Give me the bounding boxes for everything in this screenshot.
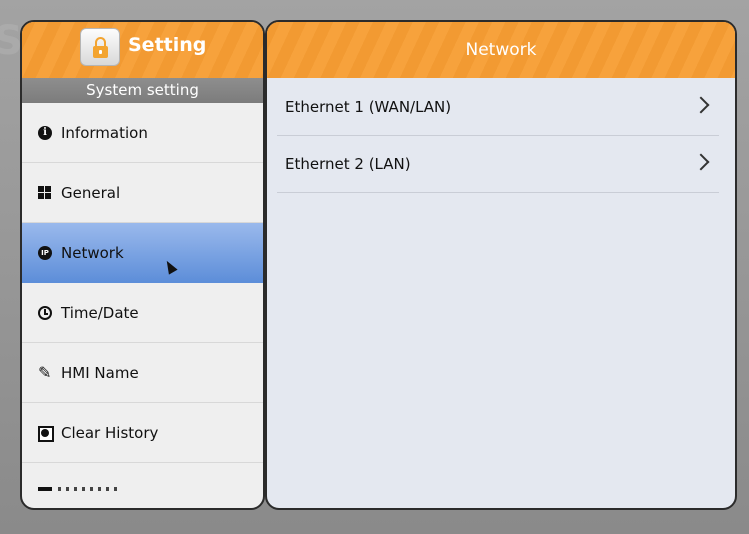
sidebar-item-clear-history[interactable]: Clear History	[22, 403, 263, 463]
sidebar-item-label: Information	[61, 123, 148, 142]
ip-icon: IP	[38, 245, 52, 260]
row-ethernet-2[interactable]: Ethernet 2 (LAN)	[277, 136, 719, 193]
sidebar-item-label: HMI Name	[61, 363, 139, 382]
clock-icon	[38, 305, 52, 320]
settings-menu: i Information General IP Network Time/Da…	[22, 103, 263, 508]
sidebar-item-label: Clear History	[61, 423, 159, 442]
sidebar-item-information[interactable]: i Information	[22, 103, 263, 163]
sidebar-item-label: Time/Date	[61, 303, 139, 322]
partial-item-icon	[38, 487, 52, 491]
panel-title: Network	[267, 22, 735, 78]
sidebar-item-time-date[interactable]: Time/Date	[22, 283, 263, 343]
grid-icon	[38, 185, 52, 200]
row-ethernet-1[interactable]: Ethernet 1 (WAN/LAN)	[277, 79, 719, 136]
sidebar-title: Setting	[128, 34, 207, 56]
chevron-right-icon	[692, 153, 710, 171]
network-panel: Network Ethernet 1 (WAN/LAN) Ethernet 2 …	[265, 20, 737, 510]
sidebar-item-label: Network	[61, 243, 124, 262]
sidebar-item-hmi-name[interactable]: ✎ HMI Name	[22, 343, 263, 403]
row-label: Ethernet 2 (LAN)	[285, 155, 411, 173]
clear-history-icon	[38, 425, 54, 442]
info-icon: i	[38, 125, 52, 140]
settings-sidebar: Setting System setting i Information Gen…	[20, 20, 265, 510]
sidebar-item-general[interactable]: General	[22, 163, 263, 223]
partial-item-label	[58, 487, 118, 491]
sidebar-item-partial[interactable]	[22, 463, 263, 508]
sidebar-header: Setting	[22, 22, 263, 78]
sidebar-item-network[interactable]: IP Network	[22, 223, 263, 283]
lock-icon[interactable]	[80, 28, 120, 66]
row-label: Ethernet 1 (WAN/LAN)	[285, 98, 452, 116]
pen-icon: ✎	[38, 362, 52, 382]
sidebar-item-label: General	[61, 183, 121, 202]
chevron-right-icon	[692, 96, 710, 114]
section-header: System setting	[22, 78, 263, 103]
